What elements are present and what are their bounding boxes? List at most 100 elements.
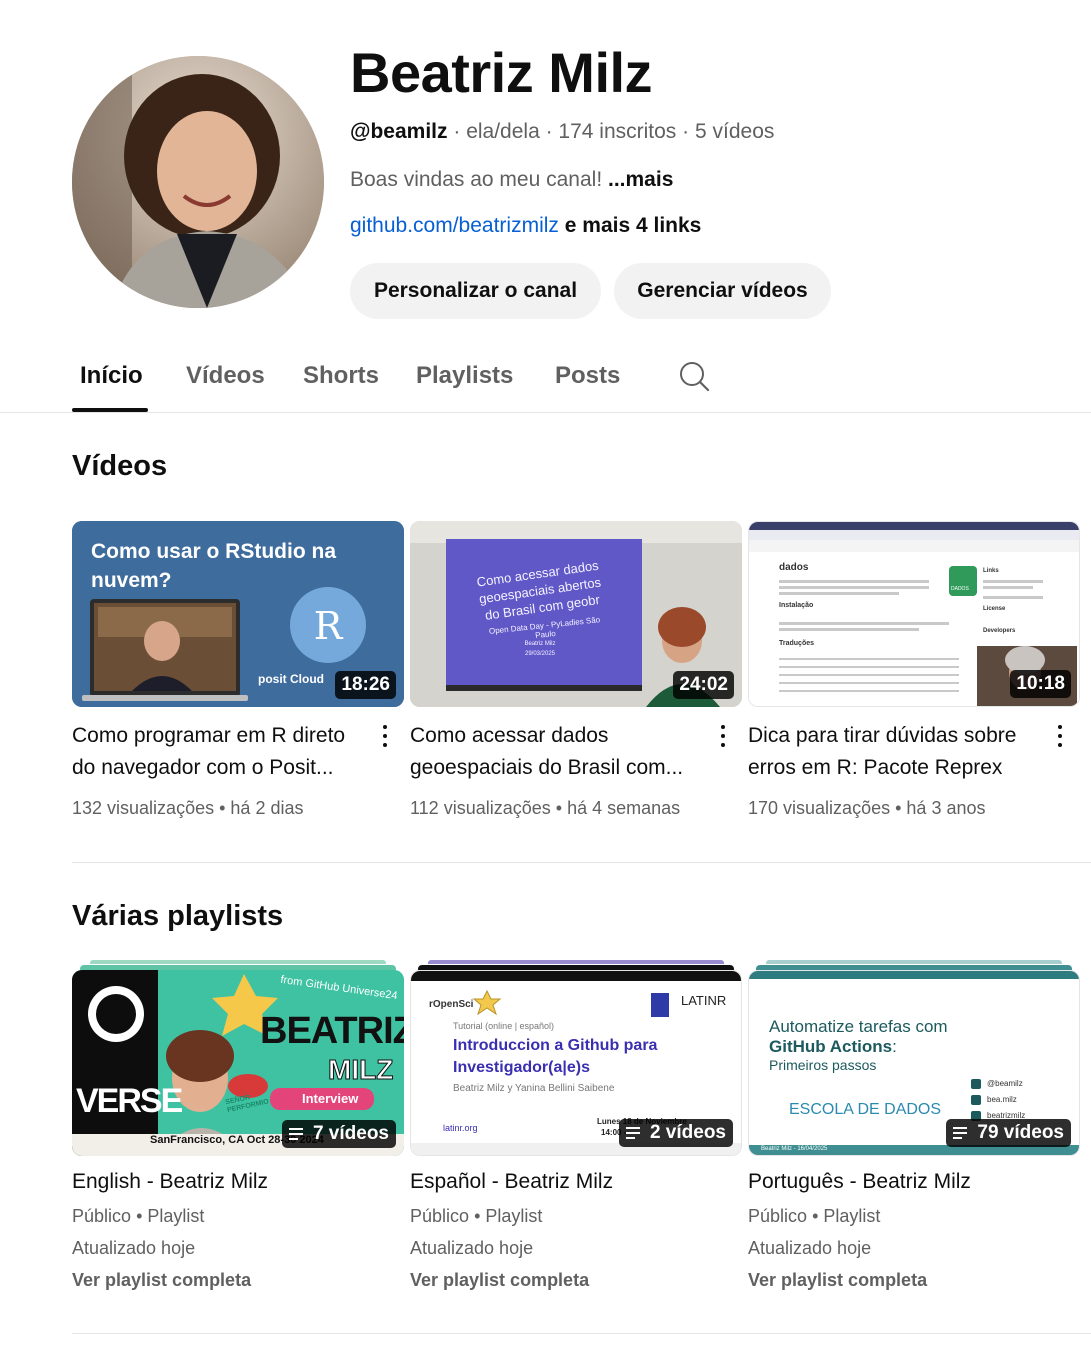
tab-home[interactable]: Início [80,362,143,390]
thumb-org-logo: rOpenSci [429,999,474,1010]
video-thumbnail[interactable]: dados Instalação Traduções Links License… [748,521,1080,707]
page-links-heading: Links [983,568,999,574]
playlist-icon [288,1127,307,1141]
playlist-visibility: Público [72,1206,132,1226]
thumb-authors: Beatriz Milz y Yanina Bellini Saibene [453,1083,615,1094]
view-full-playlist-link[interactable]: Ver playlist completa [410,1270,589,1291]
meta-separator: • [136,1206,148,1226]
playlist-count-text: 2 vídeos [649,1122,726,1143]
meta-separator: · [453,120,467,143]
thumb-footer: Beatriz Milz - 16/04/2025 [761,1146,828,1152]
view-full-playlist-link[interactable]: Ver playlist completa [72,1270,251,1291]
r-logo: R [313,604,343,648]
video-title-line: Como programar em R direto [72,724,346,747]
view-count: 132 visualizações [72,798,215,818]
video-thumbnail[interactable]: Como acessar dados geoespaciais abertos … [410,521,742,707]
thumb-tag: Interview [302,1091,359,1106]
stat-separator: • [219,798,231,818]
hex-sticker-label: DADOS [951,586,969,592]
video-title-line: Dica para tirar dúvidas sobre [748,724,1017,747]
playlist-updated: Atualizado hoje [410,1238,534,1258]
tab-posts[interactable]: Posts [555,362,620,390]
video-stats: 112 visualizações • há 4 semanas [410,798,680,819]
tab-videos[interactable]: Vídeos [186,362,265,390]
playlist-type: Playlist [823,1206,881,1226]
thumb-side-text: VERSE [76,1082,183,1120]
active-tab-indicator [72,408,148,412]
view-count: 112 visualizações [410,798,551,818]
channel-pronouns: ela/dela [466,120,540,143]
thumb-social1: @beamilz [987,1079,1023,1088]
playlist-updated: Atualizado hoje [748,1238,872,1258]
video-stats: 170 visualizações • há 3 anos [748,798,986,819]
section-divider [72,1333,1091,1334]
video-count: 5 vídeos [694,120,775,143]
thumb-line2: GitHub Actions: [769,1037,897,1057]
channel-handle: @beamilz [350,120,448,143]
playlist-title[interactable]: Español - Beatriz Milz [410,1170,613,1194]
playlist-icon [625,1126,644,1140]
thumb-school: ESCOLA DE DADOS [789,1101,942,1118]
playlist-stack-edge [766,960,1062,964]
page-license-heading: License [983,606,1006,612]
thumb-site: latinr.org [443,1123,478,1133]
upload-age: há 3 anos [906,798,986,818]
playlist-count-text: 7 vídeos [312,1123,389,1144]
playlist-thumbnail[interactable]: rOpenSci LATINR Tutorial (online | españ… [410,970,742,1156]
more-options-icon[interactable] [373,722,397,750]
playlist-updated: Atualizado hoje [72,1238,196,1258]
tab-playlists[interactable]: Playlists [416,362,513,390]
description-more-link[interactable]: ...mais [608,168,673,191]
more-links-button[interactable]: e mais 4 links [565,214,702,237]
avatar-photo [72,56,324,308]
view-full-playlist-link[interactable]: Ver playlist completa [748,1270,927,1291]
more-options-icon[interactable] [1048,722,1072,750]
thumb-social2: bea.milz [987,1095,1017,1104]
meta-separator: • [812,1206,824,1226]
meta-separator: · [545,120,559,143]
channel-tabs: Início Vídeos Shorts Playlists Posts [0,340,1091,413]
search-icon[interactable] [678,360,710,392]
playlists-section-title: Várias playlists [72,900,284,932]
thumb-name-line2: MILZ [327,1054,394,1086]
playlist-title[interactable]: English - Beatriz Milz [72,1170,268,1194]
videos-section-title: Vídeos [72,450,168,482]
video-title-line: geoespaciais do Brasil com... [410,756,684,779]
page-trans-heading: Traduções [779,640,815,647]
playlist-title[interactable]: Português - Beatriz Milz [748,1170,971,1194]
tab-shorts[interactable]: Shorts [303,362,379,390]
channel-links: github.com/beatrizmilz e mais 4 links [350,214,701,238]
meta-separator: • [474,1206,486,1226]
thumb-brand-logo: LATINR [681,993,727,1008]
playlist-thumbnail[interactable]: VERSE from GitHub Universe24 BEATRIZ MIL… [72,970,404,1156]
video-duration: 10:18 [1010,670,1071,698]
playlist-video-count: 2 vídeos [618,1119,733,1147]
video-stats: 132 visualizações • há 2 dias [72,798,303,819]
video-title[interactable]: Como programar em R direto do navegador … [72,720,372,784]
playlist-type: Playlist [147,1206,205,1226]
playlist-type: Playlist [485,1206,543,1226]
more-options-icon[interactable] [711,722,735,750]
thumb-line2-suffix: : [892,1037,897,1056]
thumb-heading: Introduccion a Github para Investigador(… [453,1037,658,1076]
channel-avatar[interactable] [72,56,324,308]
video-thumbnail[interactable]: Como usar o RStudio na nuvem? R posit Cl… [72,521,404,707]
playlist-meta: Público • Playlist [748,1206,880,1227]
view-count: 170 visualizações [748,798,891,818]
channel-meta: @beamilz · ela/dela · 174 inscritos · 5 … [350,120,774,144]
manage-videos-button[interactable]: Gerenciar vídeos [614,263,831,319]
thumb-line2-bold: GitHub Actions [769,1037,893,1056]
customize-channel-button[interactable]: Personalizar o canal [350,263,601,319]
thumb-small-text: Tutorial (online | español) [453,1021,555,1031]
video-title[interactable]: Como acessar dados geoespaciais do Brasi… [410,720,710,784]
stat-separator: • [895,798,907,818]
thumbnail-heading: Como usar o RStudio na nuvem? [91,540,337,592]
page-heading: dados [779,562,809,573]
channel-description[interactable]: Boas vindas ao meu canal! ...mais [350,168,673,192]
playlist-visibility: Público [748,1206,808,1226]
playlist-thumbnail[interactable]: Automatize tarefas com GitHub Actions: P… [748,970,1080,1156]
page-install-heading: Instalação [779,602,814,609]
video-title[interactable]: Dica para tirar dúvidas sobre erros em R… [748,720,1048,784]
upload-age: há 2 dias [230,798,304,818]
github-link[interactable]: github.com/beatrizmilz [350,214,559,237]
